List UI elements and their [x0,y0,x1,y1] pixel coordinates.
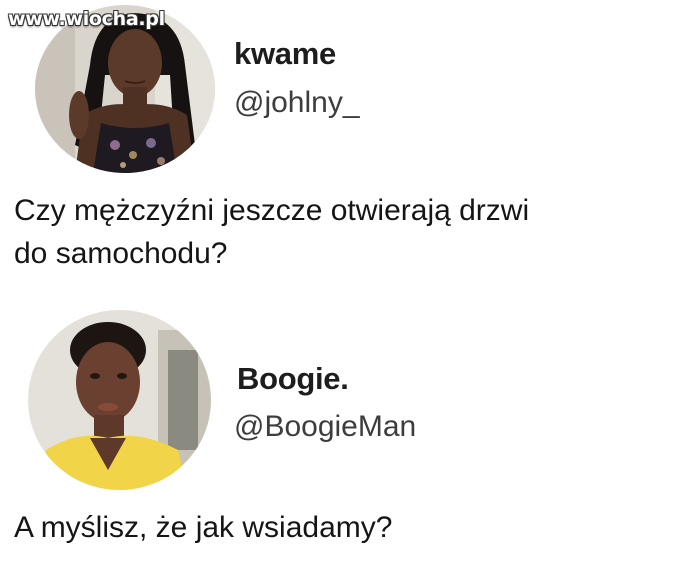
user-handle[interactable]: @johlny_ [234,86,360,120]
profile-photo-icon [28,310,211,490]
avatar[interactable] [28,310,211,490]
tweet-2: Boogie. @BoogieMan A myślisz, że jak wsi… [0,298,700,567]
watermark: www.wiocha.pl [8,8,165,30]
avatar[interactable] [35,5,215,173]
display-name[interactable]: Boogie. [237,361,349,397]
display-name[interactable]: kwame [234,36,336,72]
user-handle[interactable]: @BoogieMan [234,410,416,444]
tweet-text: A myślisz, że jak wsiadamy? [14,511,393,544]
profile-photo-icon [35,5,215,173]
tweet-1: kwame @johlny_ Czy mężczyźni jeszcze otw… [0,0,700,290]
tweet-text: Czy mężczyźni jeszcze otwierają drzwi do… [14,194,530,270]
